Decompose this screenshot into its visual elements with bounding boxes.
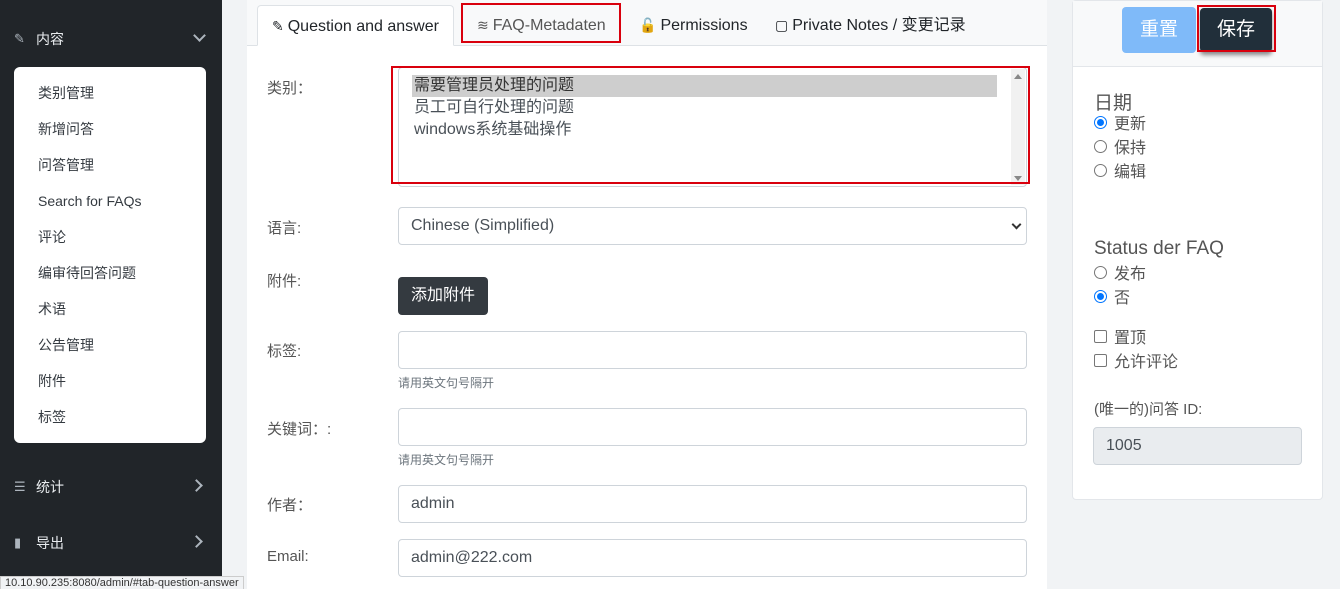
faq-id-field: 1005	[1093, 427, 1302, 465]
status-option-label: 否	[1114, 290, 1131, 307]
date-option-edit[interactable]: 编辑	[1094, 160, 1147, 181]
sidebar-submenu: 类别管理 新增问答 问答管理 Search for FAQs 评论 编审待回答问…	[14, 67, 206, 443]
radio-icon[interactable]	[1094, 163, 1107, 177]
highlight-box-save	[1197, 5, 1276, 52]
sidebar-content-toggle[interactable]: ✎ 内容	[0, 22, 222, 56]
sidebar-item-attachments[interactable]: 附件	[14, 363, 206, 399]
attachment-label: 附件:	[267, 273, 302, 290]
lock-icon: 🔓	[639, 17, 657, 33]
chevron-right-icon	[190, 479, 203, 492]
tab-permissions[interactable]: 🔓 Permissions	[625, 5, 762, 46]
tab-permissions-label: Permissions	[660, 17, 748, 34]
tab-bar: ✎ Question and answer ≋ FAQ-Metadaten 🔓 Per…	[247, 0, 1047, 46]
sidebar-stats-toggle[interactable]: ☰ 统计	[0, 470, 222, 504]
note-icon: ▢	[775, 17, 789, 33]
sidebar-item-tags[interactable]: 标签	[14, 399, 206, 435]
faq-edit-card: ✎ Question and answer ≋ FAQ-Metadaten 🔓 Per…	[247, 0, 1047, 589]
chevron-down-icon	[193, 29, 206, 42]
tags-label: 标签:	[267, 343, 302, 360]
radio-icon[interactable]	[1094, 139, 1107, 153]
status-option-no[interactable]: 否	[1094, 286, 1131, 307]
email-input[interactable]: admin@222.com	[398, 539, 1027, 577]
sidebar-item-add-faq[interactable]: 新增问答	[14, 111, 206, 147]
status-option-publish[interactable]: 发布	[1094, 262, 1147, 283]
language-value: Chinese (Simplified)	[411, 217, 555, 234]
publish-panel: 重置 保存 日期 更新 保持 编辑 Status der FAQ 发布 否 置顶…	[1072, 0, 1323, 500]
sticky-checkbox[interactable]: 置顶	[1094, 326, 1147, 347]
radio-icon[interactable]	[1094, 265, 1107, 279]
sidebar-item-faq-manage[interactable]: 问答管理	[14, 147, 206, 183]
highlight-box-category	[391, 66, 1030, 184]
status-title: Status der FAQ	[1094, 238, 1224, 259]
date-option-label: 保持	[1114, 140, 1147, 157]
sidebar-item-search-faqs[interactable]: Search for FAQs	[14, 183, 206, 219]
sidebar-item-categories[interactable]: 类别管理	[14, 75, 206, 111]
faq-id-label: (唯一的)问答 ID:	[1094, 401, 1203, 418]
allow-comments-label: 允许评论	[1114, 354, 1179, 371]
sidebar-stats-label: 统计	[36, 479, 64, 495]
keywords-hint: 请用英文句号隔开	[398, 453, 495, 467]
category-label: 类别：	[267, 80, 313, 97]
panel-header: 重置 保存	[1073, 1, 1322, 67]
date-option-update[interactable]: 更新	[1094, 112, 1147, 133]
file-icon: ▮	[14, 535, 22, 550]
tags-hint: 请用英文句号隔开	[398, 376, 495, 390]
date-option-keep[interactable]: 保持	[1094, 136, 1147, 157]
status-bar-url: 10.10.90.235:8080/admin/#tab-question-an…	[0, 576, 244, 589]
tab-question-answer[interactable]: ✎ Question and answer	[257, 5, 454, 46]
email-label: Email:	[267, 548, 309, 565]
tab-question-answer-label: Question and answer	[287, 18, 439, 35]
checkbox-icon[interactable]	[1094, 353, 1107, 367]
sidebar-item-open-questions[interactable]: 编审待回答问题	[14, 255, 206, 291]
tab-private-notes-label: Private Notes / 变更记录	[792, 17, 966, 34]
status-option-label: 发布	[1114, 266, 1147, 283]
sidebar-item-news[interactable]: 公告管理	[14, 327, 206, 363]
sticky-label: 置顶	[1114, 330, 1147, 347]
chevron-right-icon	[190, 535, 203, 548]
sidebar-export-label: 导出	[36, 535, 64, 551]
edit-icon: ✎	[14, 31, 25, 46]
keywords-label: 关键词：:	[267, 421, 332, 438]
date-option-label: 编辑	[1114, 164, 1147, 181]
edit-icon: ✎	[272, 18, 284, 34]
allow-comments-checkbox[interactable]: 允许评论	[1094, 350, 1179, 371]
language-select[interactable]: Chinese (Simplified)	[398, 207, 1027, 245]
tab-private-notes[interactable]: ▢ Private Notes / 变更记录	[761, 5, 980, 46]
chevron-down-icon	[1011, 219, 1022, 230]
sidebar-content-label: 内容	[36, 31, 64, 47]
keywords-input[interactable]	[398, 408, 1027, 446]
add-attachment-button[interactable]: 添加附件	[398, 277, 488, 315]
sidebar-item-glossary[interactable]: 术语	[14, 291, 206, 327]
author-label: 作者：	[267, 497, 313, 514]
sidebar-item-comments[interactable]: 评论	[14, 219, 206, 255]
radio-icon[interactable]	[1094, 115, 1107, 129]
radio-icon[interactable]	[1094, 289, 1107, 303]
author-input[interactable]: admin	[398, 485, 1027, 523]
tags-input[interactable]	[398, 331, 1027, 369]
list-icon: ☰	[14, 479, 26, 494]
date-option-label: 更新	[1114, 116, 1147, 133]
sidebar-export-toggle[interactable]: ▮ 导出	[0, 526, 222, 560]
checkbox-icon[interactable]	[1094, 329, 1107, 343]
sidebar: ✎ 内容 类别管理 新增问答 问答管理 Search for FAQs 评论 编…	[0, 0, 222, 589]
language-label: 语言:	[267, 220, 302, 237]
highlight-box-metadata-tab	[461, 3, 621, 43]
reset-button[interactable]: 重置	[1122, 7, 1196, 53]
